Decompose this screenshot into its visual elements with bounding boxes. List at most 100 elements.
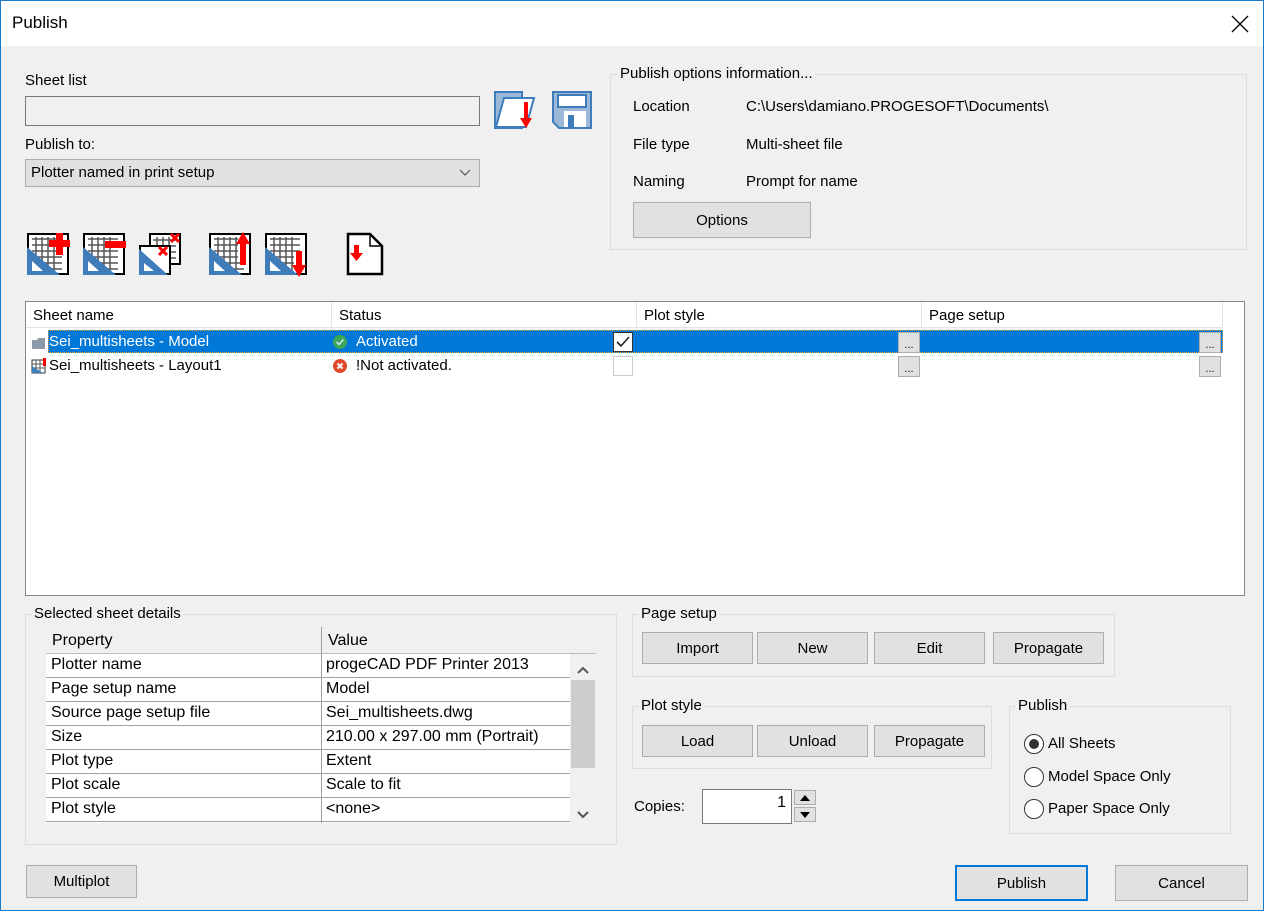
sheet-status: !Not activated. — [356, 357, 452, 374]
details-row[interactable]: Source page setup file Sei_multisheets.dw… — [46, 702, 570, 726]
column-header-value: Value — [321, 627, 374, 654]
options-button[interactable]: Options — [633, 202, 811, 238]
details-value: Sei_multisheets.dwg — [326, 704, 473, 721]
details-scrollbar[interactable] — [570, 654, 596, 823]
radio-model-space-only-label[interactable]: Model Space Only — [1048, 768, 1171, 785]
cancel-button[interactable]: Cancel — [1115, 865, 1248, 901]
title-bar: Publish — [1, 1, 1263, 46]
remove-all-sheets-icon — [139, 232, 181, 275]
plot-style-browse-button[interactable]: ... — [898, 356, 920, 377]
publish-to-value: Plotter named in print setup — [31, 164, 215, 181]
sheet-row[interactable]: Sei_multisheets - Model Activated ... ..… — [26, 330, 1223, 354]
add-sheets-button[interactable] — [26, 231, 71, 277]
column-header-property: Property — [52, 632, 113, 649]
details-value: 210.00 x 297.00 mm (Portrait) — [326, 728, 539, 745]
move-up-icon — [209, 232, 251, 275]
sheet-row[interactable]: Sei_multisheets - Layout1 !Not activated… — [26, 354, 1223, 378]
file-type-label: File type — [633, 136, 690, 153]
selected-sheet-details-legend: Selected sheet details — [32, 605, 183, 622]
details-row[interactable]: Plot scale Scale to fit — [46, 774, 570, 798]
column-header-page-setup[interactable]: Page setup — [922, 302, 1223, 328]
close-icon — [1231, 15, 1249, 32]
details-property: Plot scale — [51, 776, 121, 793]
load-sheet-list-button[interactable] — [494, 90, 536, 130]
scroll-thumb[interactable] — [571, 680, 595, 768]
publish-to-label: Publish to: — [25, 136, 96, 153]
details-property: Page setup name — [51, 680, 177, 697]
sheet-details-table: Property Value Plotter name progeCAD PDF … — [46, 627, 596, 823]
page-setup-propagate-button[interactable]: Propagate — [993, 632, 1104, 664]
arrow-down-icon — [800, 811, 810, 818]
column-header-plot-style[interactable]: Plot style — [637, 302, 922, 328]
details-property: Plot style — [51, 800, 116, 817]
details-value: Model — [326, 680, 370, 697]
save-sheet-list-button[interactable] — [551, 90, 593, 130]
plot-style-load-button[interactable]: Load — [642, 725, 753, 757]
plot-style-browse-button[interactable]: ... — [898, 332, 920, 353]
details-row[interactable]: Size 210.00 x 297.00 mm (Portrait) — [46, 726, 570, 750]
plot-style-legend: Plot style — [639, 697, 704, 714]
include-checkbox[interactable] — [613, 356, 633, 376]
page-setup-new-button[interactable]: New — [757, 632, 868, 664]
details-property: Source page setup file — [51, 704, 211, 721]
copies-input[interactable]: 1 — [702, 789, 792, 824]
sheet-list-label: Sheet list — [25, 72, 87, 89]
checkmark-icon — [616, 336, 630, 348]
column-header-status[interactable]: Status — [332, 302, 637, 328]
details-row[interactable]: Plot type Extent — [46, 750, 570, 774]
status-error-icon — [332, 358, 348, 378]
details-property: Plot type — [51, 752, 114, 769]
sheet-status: Activated — [356, 333, 418, 350]
publish-options-legend: Publish options information... — [618, 65, 815, 82]
publish-scope-legend: Publish — [1016, 697, 1070, 714]
remove-all-sheets-button[interactable] — [138, 231, 182, 277]
plot-style-propagate-button[interactable]: Propagate — [874, 725, 985, 757]
close-button[interactable] — [1217, 1, 1263, 46]
move-down-button[interactable] — [264, 231, 308, 277]
radio-all-sheets[interactable] — [1024, 734, 1044, 754]
sheet-list-input[interactable] — [25, 96, 480, 126]
include-plot-stamp-icon — [346, 232, 384, 276]
add-sheets-icon — [27, 233, 71, 275]
radio-all-sheets-label[interactable]: All Sheets — [1048, 735, 1116, 752]
page-setup-browse-button[interactable]: ... — [1199, 356, 1221, 377]
model-space-icon — [32, 336, 46, 353]
publish-to-dropdown[interactable]: Plotter named in print setup — [25, 159, 480, 187]
radio-paper-space-only-label[interactable]: Paper Space Only — [1048, 800, 1170, 817]
multiplot-button[interactable]: Multiplot — [26, 865, 137, 898]
remove-sheets-icon — [83, 233, 127, 275]
page-setup-edit-button[interactable]: Edit — [874, 632, 985, 664]
page-setup-legend: Page setup — [639, 605, 719, 622]
details-row[interactable]: Plot style <none> — [46, 798, 570, 822]
copies-decrement-button[interactable] — [794, 807, 816, 822]
radio-paper-space-only[interactable] — [1024, 799, 1044, 819]
scroll-up-icon[interactable] — [577, 661, 589, 678]
scroll-down-icon[interactable] — [577, 806, 589, 823]
column-header-sheet-name[interactable]: Sheet name — [26, 302, 332, 328]
include-checkbox[interactable] — [613, 332, 633, 352]
plot-stamp-button[interactable] — [345, 231, 385, 277]
chevron-down-icon — [459, 165, 471, 182]
page-setup-browse-button[interactable]: ... — [1199, 332, 1221, 353]
file-type-value: Multi-sheet file — [746, 136, 843, 153]
details-row[interactable]: Page setup name Model — [46, 678, 570, 702]
layout-icon — [31, 358, 47, 378]
naming-label: Naming — [633, 173, 685, 190]
load-sheet-list-icon — [494, 91, 536, 129]
copies-label: Copies: — [634, 798, 685, 815]
details-row[interactable]: Plotter name progeCAD PDF Printer 2013 — [46, 654, 570, 678]
copies-increment-button[interactable] — [794, 790, 816, 805]
sheet-grid-header: Sheet name Status Plot style Page setup — [26, 302, 1223, 328]
sheet-name: Sei_multisheets - Layout1 — [49, 357, 222, 374]
details-property: Plotter name — [51, 656, 142, 673]
publish-button[interactable]: Publish — [955, 865, 1088, 901]
status-ok-icon — [332, 334, 348, 354]
radio-model-space-only[interactable] — [1024, 767, 1044, 787]
remove-sheets-button[interactable] — [82, 231, 127, 277]
plot-style-unload-button[interactable]: Unload — [757, 725, 868, 757]
move-up-button[interactable] — [208, 231, 252, 277]
page-setup-import-button[interactable]: Import — [642, 632, 753, 664]
location-value: C:\Users\damiano.PROGESOFT\Documents\ — [746, 98, 1049, 115]
publish-dialog: Publish Sheet list Publish to: Plotter n… — [0, 0, 1264, 911]
naming-value: Prompt for name — [746, 173, 858, 190]
